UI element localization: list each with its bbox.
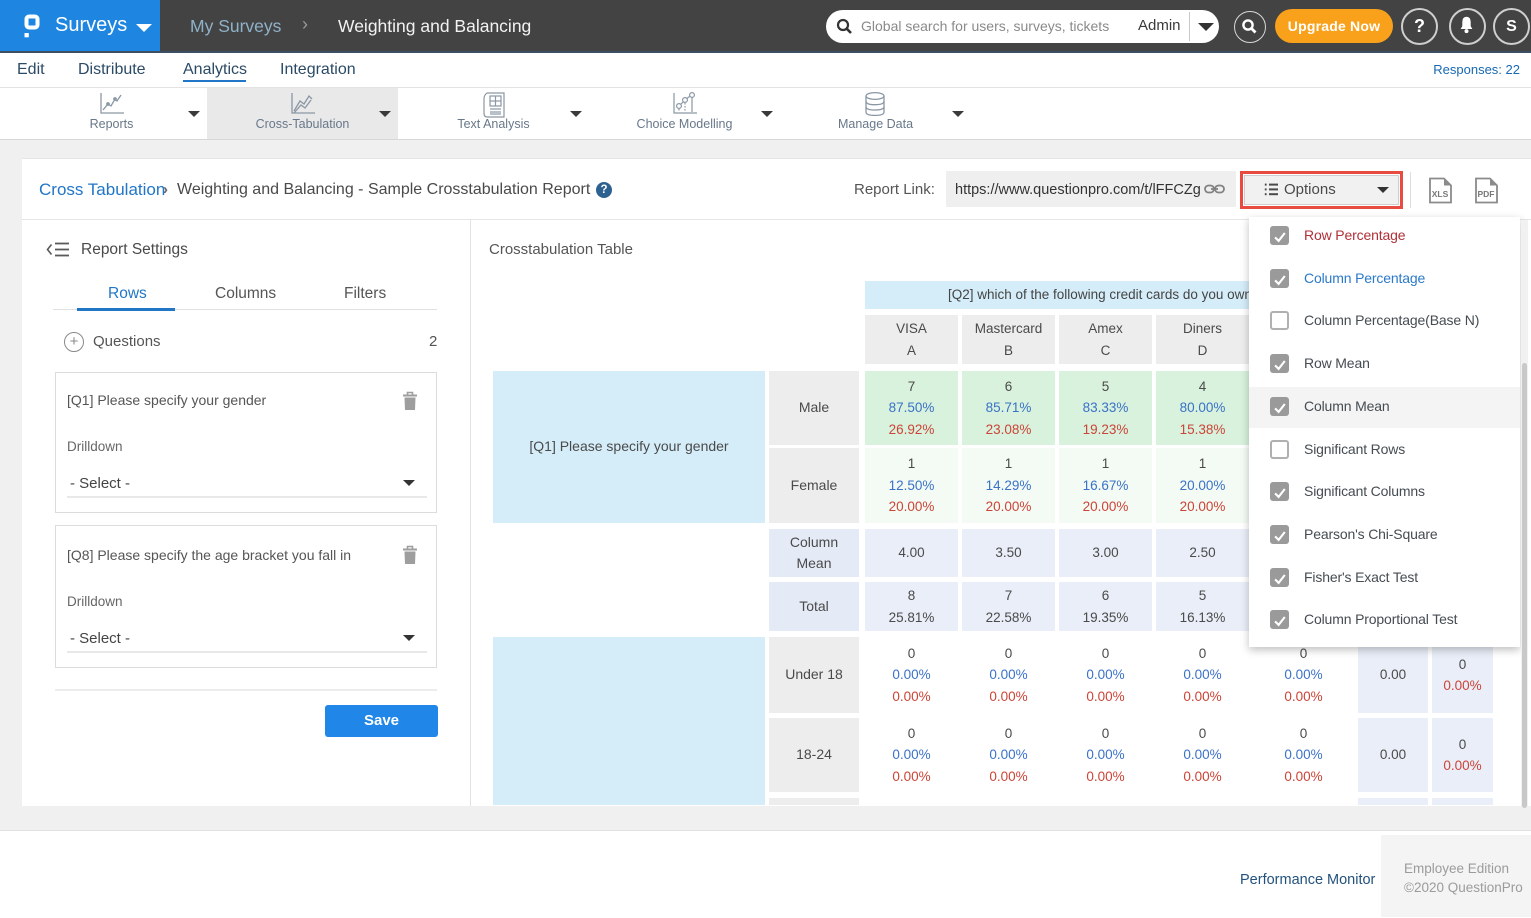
svg-text:XLS: XLS (1432, 189, 1449, 199)
svg-text:PDF: PDF (1478, 189, 1495, 199)
